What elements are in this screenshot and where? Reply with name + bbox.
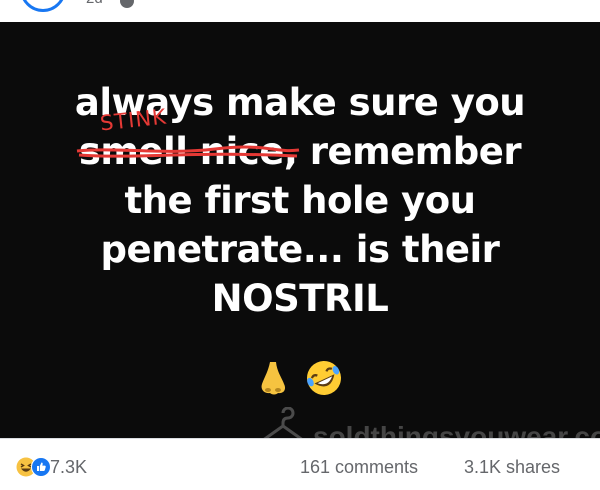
caption-line-1: always make sure you <box>74 81 526 124</box>
emoji-row <box>0 358 600 398</box>
caption-line-2-rest: , remember <box>283 130 522 173</box>
post-image[interactable]: always make sure you smell nice, remembe… <box>0 22 600 438</box>
caption-line-4: penetrate... is their <box>100 228 500 271</box>
meme-caption: always make sure you smell nice, remembe… <box>0 78 600 323</box>
author-avatar[interactable] <box>20 0 66 12</box>
struck-text-label: smell nice <box>78 130 284 173</box>
engagement-bar: 7.3K 161 comments 3.1K shares <box>0 438 600 490</box>
comments-count[interactable]: 161 comments <box>300 457 418 478</box>
nose-emoji <box>261 362 285 395</box>
caption-line-2: smell nice, remember <box>0 127 600 176</box>
post-header: 2d <box>0 0 600 22</box>
like-icon <box>31 457 51 477</box>
watermark-text: soldthingsyouwear.com <box>313 421 600 438</box>
hanger-icon <box>263 407 303 438</box>
post-timestamp[interactable]: 2d <box>86 0 103 7</box>
caption-line-5: NOSTRIL <box>211 277 389 320</box>
rolling-on-floor-laughing-emoji <box>307 361 342 395</box>
watermark: soldthingsyouwear.com <box>255 407 600 438</box>
caption-line-3: the first hole you <box>124 179 476 222</box>
reaction-count[interactable]: 7.3K <box>50 457 87 478</box>
shares-count[interactable]: 3.1K shares <box>464 457 560 478</box>
globe-icon <box>120 0 134 8</box>
